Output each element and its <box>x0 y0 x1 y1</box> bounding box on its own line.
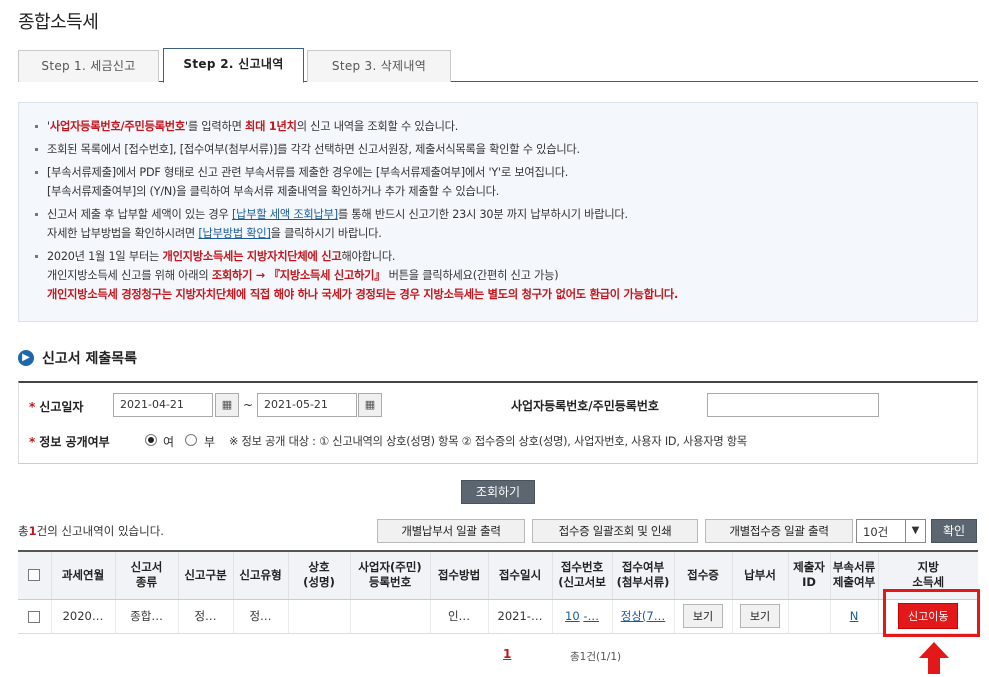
arrow-up-icon <box>919 642 949 674</box>
cell-received-at: 2021-… <box>487 599 552 634</box>
tab-step3[interactable]: Step 3. 삭제내역 <box>307 50 451 82</box>
cell-name <box>287 599 350 634</box>
range-separator: ~ <box>243 398 254 412</box>
result-count: 총1건의 신고내역이 있습니다. <box>18 524 164 538</box>
payment-method-link[interactable]: [납부방법 확인] <box>198 227 270 240</box>
arrow-circle-icon: ▶ <box>18 350 34 366</box>
calendar-icon[interactable]: ▦ <box>358 393 382 417</box>
col-type: 신고서 종류 <box>114 550 178 600</box>
public-label: * 정보 공개여부 <box>29 435 110 449</box>
view-payment-button[interactable]: 보기 <box>739 604 781 628</box>
cell-attach: N <box>829 599 878 634</box>
col-payment: 납부서 <box>731 550 788 600</box>
attachment-link[interactable]: N <box>850 609 859 623</box>
id-label: 사업자등록번호/주민등록번호 <box>511 399 659 413</box>
info-line: 2020년 1월 1일 부터는 개인지방소득세는 지방자치단체에 신고해야합니다… <box>35 247 977 266</box>
status-link[interactable]: 정상(7… <box>621 609 665 623</box>
date-to-input[interactable]: 2021-05-21 <box>257 393 357 417</box>
table-row: 2020… 종합… 정… 정… 인… 2021-… 10 -… 정상(7… 보기… <box>18 599 978 634</box>
col-submitter: 제출자 ID <box>787 550 830 600</box>
table-header-row: 과세연월 신고서 종류 신고구분 신고유형 상호 (성명) 사업자(주민) 등록번호 … <box>18 550 978 600</box>
col-period: 과세연월 <box>50 550 115 600</box>
public-no-label: 부 <box>204 435 216 449</box>
public-yes-radio[interactable] <box>145 434 157 446</box>
cell-kind: 정… <box>232 599 288 634</box>
search-button[interactable]: 조회하기 <box>461 480 535 504</box>
info-box: '사업자등록번호/주민등록번호'를 입력하면 최대 1년치의 신고 내역을 조회… <box>18 102 978 322</box>
cell-payment: 보기 <box>731 599 788 634</box>
col-method: 접수방법 <box>429 550 488 600</box>
section-title: ▶ 신고서 제출목록 <box>18 348 137 368</box>
public-yes-label: 여 <box>163 435 175 449</box>
bulk-payment-print-button[interactable]: 개별납부서 일괄 출력 <box>377 519 525 543</box>
bulk-receipt-print-button[interactable]: 개별접수증 일괄 출력 <box>705 519 853 543</box>
page-title: 종합소득세 <box>18 12 99 33</box>
tax-payment-link[interactable]: [납부할 세액 조회납부] <box>232 208 338 221</box>
col-category: 신고구분 <box>177 550 233 600</box>
info-line: 조회된 목록에서 [접수번호], [접수여부(첨부서류)]를 각각 선택하면 신… <box>35 140 977 159</box>
pager-current-page[interactable]: 1 <box>503 647 511 661</box>
col-attach: 부속서류 제출여부 <box>829 550 878 600</box>
confirm-button[interactable]: 확인 <box>931 519 977 543</box>
pager-info: 총1건(1/1) <box>570 651 622 663</box>
col-name: 상호 (성명) <box>287 550 350 600</box>
cell-receipt-no: 10 -… <box>551 599 612 634</box>
filing-table: 과세연월 신고서 종류 신고구분 신고유형 상호 (성명) 사업자(주민) 등록번호 … <box>18 550 978 634</box>
info-line: '사업자등록번호/주민등록번호'를 입력하면 최대 1년치의 신고 내역을 조회… <box>35 117 977 136</box>
view-receipt-button[interactable]: 보기 <box>682 604 724 628</box>
receipt-number-link-2[interactable]: -… <box>583 609 599 623</box>
info-line: [부속서류제출]에서 PDF 형태로 신고 관련 부속서류를 제출한 경우에는 … <box>35 163 977 182</box>
info-line: [부속서류제출여부]의 (Y/N)을 클릭하여 부속서류 제출내역을 확인하거나… <box>47 185 500 198</box>
receipt-number-link[interactable]: 10 <box>565 609 580 623</box>
chevron-down-icon: ▼ <box>905 520 925 542</box>
info-line: 자세한 납부방법을 확인하시려면 [납부방법 확인]을 클릭하시기 바랍니다. <box>47 227 382 240</box>
col-receipt: 접수증 <box>673 550 732 600</box>
col-status: 접수여부 (첨부서류) <box>611 550 674 600</box>
page-size-select[interactable]: 10건 ▼ <box>856 519 926 543</box>
col-received-at: 접수일시 <box>487 550 552 600</box>
step-tabs: Step 1. 세금신고 Step 2. 신고내역 Step 3. 삭제내역 <box>18 48 978 83</box>
public-note: ※ 정보 공개 대상 : ① 신고내역의 상호(성명) 항목 ② 접수증의 상호… <box>229 435 747 448</box>
cell-receipt: 보기 <box>673 599 732 634</box>
info-line-warning: 개인지방소득세 경정청구는 지방자치단체에 직접 해야 하나 국세가 경정되는 … <box>47 288 679 301</box>
date-label: * 신고일자 <box>29 400 84 414</box>
col-kind: 신고유형 <box>232 550 288 600</box>
highlight-box <box>883 589 980 637</box>
cell-type: 종합… <box>114 599 178 634</box>
cell-status: 정상(7… <box>611 599 674 634</box>
cell-category: 정… <box>177 599 233 634</box>
col-receipt-no: 접수번호 (신고서보 <box>551 550 612 600</box>
cell-period: 2020… <box>50 599 115 634</box>
select-all-checkbox[interactable] <box>28 569 41 582</box>
col-reg-no: 사업자(주민) 등록번호 <box>349 550 430 600</box>
cell-reg-no <box>349 599 430 634</box>
bulk-receipt-view-button[interactable]: 접수증 일괄조회 및 인쇄 <box>532 519 698 543</box>
tab-step2[interactable]: Step 2. 신고내역 <box>163 48 304 83</box>
registration-number-input[interactable] <box>707 393 879 417</box>
search-form: * 신고일자 2021-04-21 ▦ ~ 2021-05-21 ▦ 사업자등록번… <box>18 381 978 464</box>
date-from-input[interactable]: 2021-04-21 <box>113 393 213 417</box>
row-checkbox[interactable] <box>28 610 41 623</box>
info-line: 개인지방소득세 신고를 위해 아래의 조회하기 → 『지방소득세 신고하기』 버… <box>47 269 559 282</box>
info-line: 신고서 제출 후 납부할 세액이 있는 경우 [납부할 세액 조회납부]를 통해… <box>35 205 977 224</box>
public-no-radio[interactable] <box>185 434 197 446</box>
tab-step1[interactable]: Step 1. 세금신고 <box>18 50 159 82</box>
cell-submitter <box>787 599 830 634</box>
calendar-icon[interactable]: ▦ <box>215 393 239 417</box>
cell-method: 인… <box>429 599 488 634</box>
